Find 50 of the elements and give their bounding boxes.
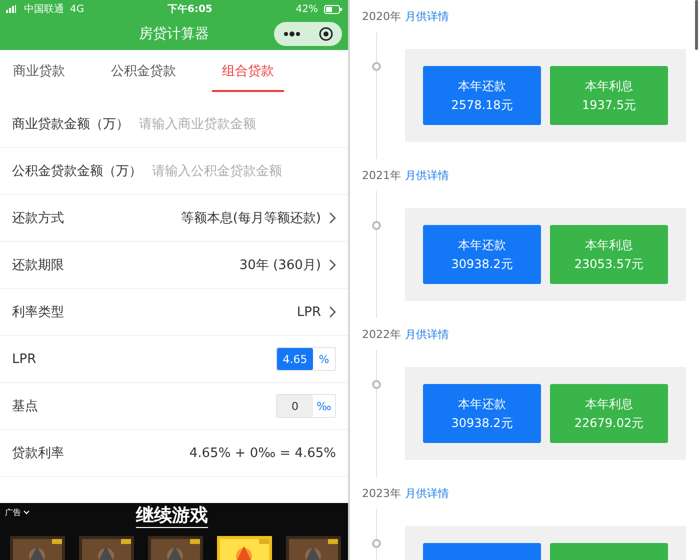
details-link[interactable]: 月供详情 <box>405 168 449 182</box>
network-type: 4G <box>70 4 84 14</box>
ad-banner[interactable]: 广告 继续游戏 <box>0 503 348 560</box>
year-label: 2020年 <box>362 8 401 24</box>
select-value[interactable]: 等额本息(每月等额还款) <box>180 209 321 227</box>
capsule-control[interactable] <box>274 22 342 46</box>
timeline-dot <box>372 221 381 230</box>
more-icon[interactable] <box>283 31 301 37</box>
year-label: 2023年 <box>362 486 401 500</box>
status-time: 下午6:05 <box>168 2 212 16</box>
payment-tile[interactable]: 本年还款 2578.18元 <box>423 66 541 125</box>
year-label: 2021年 <box>362 168 401 182</box>
select-value[interactable]: LPR <box>296 304 321 320</box>
caret-icon[interactable] <box>23 510 30 515</box>
payment-tile[interactable]: 本年还款 30938.2元 <box>423 225 541 284</box>
chevron-right-icon <box>329 212 336 224</box>
payment-tile[interactable]: 本年还款 30938.2元 <box>423 384 541 443</box>
field-label: 基点 <box>12 398 38 415</box>
carrier-name: 中国联通 <box>24 2 64 16</box>
tab[interactable]: 商业贷款 <box>3 62 75 92</box>
interest-tile[interactable]: 本年利息 22679.02元 <box>550 384 668 443</box>
select-value[interactable]: 30年 (360月) <box>239 256 321 274</box>
field-label: 贷款利率 <box>12 445 64 462</box>
details-link[interactable]: 月供详情 <box>405 486 449 500</box>
timeline-dot <box>372 380 381 389</box>
ad-title: 继续游戏 <box>136 503 208 528</box>
field-label: 还款期限 <box>12 257 64 274</box>
chevron-right-icon <box>329 306 336 318</box>
rate-result: 4.65% + 0‰ = 4.65% <box>189 446 336 460</box>
close-icon[interactable] <box>319 27 333 41</box>
field-label: 公积金贷款金额（万） <box>12 163 142 180</box>
details-link[interactable]: 月供详情 <box>405 326 449 342</box>
page-title: 房贷计算器 <box>139 25 209 43</box>
tab[interactable]: 组合贷款 <box>212 62 284 92</box>
interest-tile[interactable]: 本年利息 1937.5元 <box>550 66 668 125</box>
chevron-right-icon <box>329 259 336 271</box>
battery-icon <box>324 4 342 14</box>
field-label: 还款方式 <box>12 210 64 227</box>
field-label: 商业贷款金额（万） <box>12 116 129 133</box>
timeline-dot <box>372 62 381 71</box>
ad-label[interactable]: 广告 <box>5 508 21 517</box>
year-label: 2022年 <box>362 326 401 342</box>
tab[interactable]: 公积金贷款 <box>101 62 186 92</box>
field-label: 利率类型 <box>12 304 64 321</box>
field-label: LPR <box>12 352 36 366</box>
timeline-dot <box>372 539 381 548</box>
battery-percent: 42% <box>296 4 318 14</box>
signal-icon <box>6 5 18 13</box>
details-link[interactable]: 月供详情 <box>405 8 449 24</box>
interest-tile[interactable]: 本年利息 23053.57元 <box>550 225 668 284</box>
